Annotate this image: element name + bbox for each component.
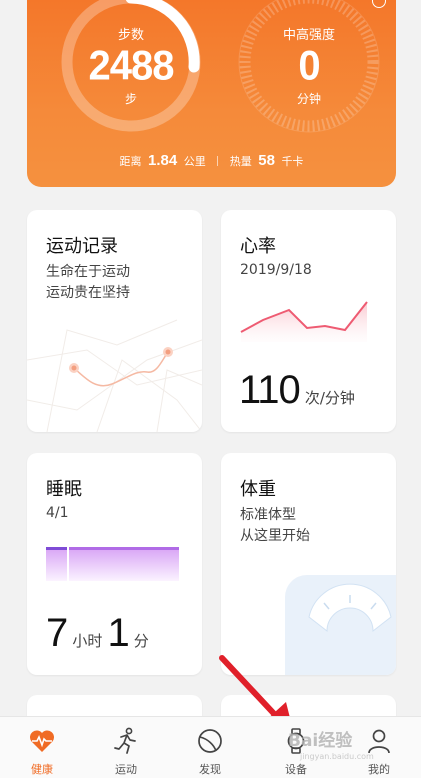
- sleep-card-date: 4/1: [46, 505, 69, 521]
- stats-divider: [217, 156, 219, 166]
- intensity-label: 中高强度: [282, 28, 335, 43]
- sleep-hours-value: 7: [46, 611, 68, 655]
- heart-pulse-icon: [29, 730, 55, 752]
- nav-label-exercise: 运动: [115, 763, 137, 776]
- heart-rate-reading: 110 次/分钟: [239, 368, 355, 413]
- calories-unit: 千卡: [281, 155, 304, 168]
- steps-value: 2488: [88, 42, 175, 90]
- steps-unit: 步: [124, 92, 137, 106]
- distance-calories-row: 距离 1.84 公里 热量 58 千卡: [27, 152, 396, 169]
- nav-label-discover: 发现: [199, 763, 221, 776]
- nav-label-health: 健康: [31, 763, 53, 776]
- bottom-navigation: 健康 运动 发现 设备 我的: [0, 716, 421, 778]
- distance-label: 距离: [119, 155, 142, 168]
- running-icon: [114, 727, 136, 754]
- heart-rate-value: 110: [239, 368, 301, 412]
- calories-label: 热量: [229, 155, 252, 168]
- nav-tab-health[interactable]: 健康: [0, 717, 84, 778]
- exercise-record-card[interactable]: 运动记录 生命在于运动 运动贵在坚持: [27, 210, 202, 432]
- weight-line-2: 从这里开始: [240, 528, 310, 544]
- distance-value: 1.84: [148, 152, 178, 169]
- discover-icon: [198, 729, 222, 753]
- sleep-card-title: 睡眠: [46, 479, 82, 500]
- heart-rate-unit: 次/分钟: [304, 389, 355, 407]
- weight-card-subtitle: 标准体型 从这里开始: [240, 505, 310, 547]
- intensity-value: 0: [298, 42, 320, 90]
- intensity-ring[interactable]: 中高强度 0 分钟: [229, 0, 389, 142]
- activity-summary-panel[interactable]: 步数 2488 步 中高强度 0 分钟 距离 1.84 公里 热量 58 千卡: [27, 0, 396, 187]
- watermark-logo: Bai经验: [288, 731, 353, 751]
- weight-card-title: 体重: [240, 479, 276, 500]
- heart-rate-card[interactable]: 心率 2019/9/18 110 次/分钟: [221, 210, 396, 432]
- sleep-minutes-value: 1: [107, 611, 129, 655]
- steps-ring[interactable]: 步数 2488 步: [51, 0, 211, 142]
- nav-label-device: 设备: [285, 763, 307, 776]
- sleep-duration: 7 小时 1 分: [46, 611, 149, 656]
- sleep-hours-unit: 小时: [72, 632, 103, 650]
- sleep-card[interactable]: 睡眠 4/1 7 小时 1 分: [27, 453, 202, 675]
- calories-value: 58: [258, 152, 275, 169]
- steps-label: 步数: [117, 28, 144, 43]
- sleep-minutes-unit: 分: [133, 632, 149, 650]
- person-icon: [368, 729, 390, 754]
- weight-card[interactable]: 体重 标准体型 从这里开始: [221, 453, 396, 675]
- nav-label-me: 我的: [368, 763, 390, 776]
- weight-line-1: 标准体型: [240, 507, 296, 523]
- route-map-graphic: [27, 319, 202, 432]
- nav-tab-exercise[interactable]: 运动: [84, 717, 168, 778]
- sleep-stage-chart: [46, 547, 179, 581]
- distance-unit: 公里: [183, 155, 206, 168]
- watermark-url: jingyan.baidu.com: [300, 752, 374, 761]
- intensity-unit: 分钟: [296, 92, 321, 106]
- nav-tab-discover[interactable]: 发现: [168, 717, 252, 778]
